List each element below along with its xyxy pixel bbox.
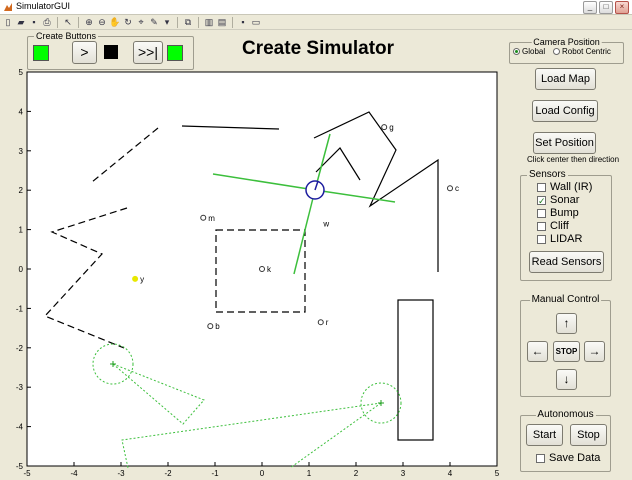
beacon-label: w [322,220,329,229]
x-tick-label: 4 [448,469,453,478]
left-button[interactable]: ← [527,341,548,362]
manual-control-legend: Manual Control [529,294,602,305]
y-tick-label: 0 [19,265,24,274]
save-data-checkbox[interactable]: Save Data [536,452,600,464]
x-tick-label: 1 [307,469,312,478]
y-tick-label: -1 [16,304,24,313]
y-tick-label: 4 [19,107,24,116]
sensor-checkbox[interactable]: Cliff [537,220,569,232]
forward-button[interactable]: ↑ [556,313,577,334]
sensor-checkbox[interactable]: LIDAR [537,233,582,245]
y-tick-label: -4 [16,423,24,432]
sensor-label: Wall (IR) [550,181,593,193]
sensor-label: Cliff [550,220,569,232]
backward-button[interactable]: ↓ [556,369,577,390]
x-tick-label: -2 [164,469,172,478]
camera-robot-label: Robot Centric [562,47,611,56]
camera-robot-radio[interactable]: Robot Centric [553,47,611,56]
sensor-checkbox[interactable]: Bump [537,207,579,219]
sensor-label: Bump [550,207,579,219]
y-tick-label: 3 [19,147,24,156]
camera-global-label: Global [522,47,546,56]
y-tick-label: 5 [19,68,24,77]
y-tick-label: 2 [19,186,24,195]
beacon-label: b [215,322,220,331]
beacon-label: m [208,214,215,223]
x-tick-label: -4 [70,469,78,478]
stop-button[interactable]: STOP [553,341,580,362]
beacon-label: r [326,318,329,327]
checkbox-indicator[interactable] [537,221,546,231]
checkbox-indicator[interactable]: ✓ [537,195,546,205]
beacon-label: g [389,123,393,132]
sensor-label: LIDAR [550,233,583,245]
beacon-label: c [455,184,459,193]
y-tick-label: -2 [16,344,24,353]
x-tick-label: 5 [495,469,500,478]
load-map-button[interactable]: Load Map [535,68,596,90]
autonomous-stop-button[interactable]: Stop [570,424,607,446]
sensor-checkbox[interactable]: Wall (IR) [537,181,592,193]
x-tick-label: -5 [23,469,31,478]
checkbox-indicator[interactable] [537,208,546,218]
save-data-label: Save Data [549,452,601,464]
autonomous-legend: Autonomous [535,409,596,420]
y-tick-label: 1 [19,226,24,235]
right-button[interactable]: → [584,341,605,362]
y-tick-label: -5 [16,462,24,471]
x-tick-label: 2 [354,469,359,478]
set-position-hint: Click center then direction [527,155,620,164]
x-tick-label: 3 [401,469,406,478]
set-position-button[interactable]: Set Position [533,132,596,154]
sensor-label: Sonar [550,194,580,206]
beacon-label: y [140,275,144,284]
beacon-marker [132,275,139,282]
checkbox-indicator[interactable] [537,182,546,192]
checkbox-indicator[interactable] [537,234,546,244]
x-tick-label: 0 [260,469,265,478]
y-tick-label: -3 [16,383,24,392]
checkbox-indicator[interactable] [536,453,545,463]
radio-indicator[interactable] [513,48,520,55]
plot-area [26,71,498,467]
load-config-button[interactable]: Load Config [532,100,598,122]
camera-position-legend: Camera Position [531,37,602,47]
robot[interactable] [305,180,325,200]
read-sensors-button[interactable]: Read Sensors [529,251,604,273]
x-tick-label: -1 [211,469,219,478]
x-tick-label: -3 [117,469,125,478]
camera-global-radio[interactable]: Global [513,47,545,56]
sensors-legend: Sensors [527,169,568,180]
radio-indicator[interactable] [553,48,560,55]
sensor-checkbox[interactable]: ✓ Sonar [537,194,579,206]
start-button[interactable]: Start [526,424,563,446]
